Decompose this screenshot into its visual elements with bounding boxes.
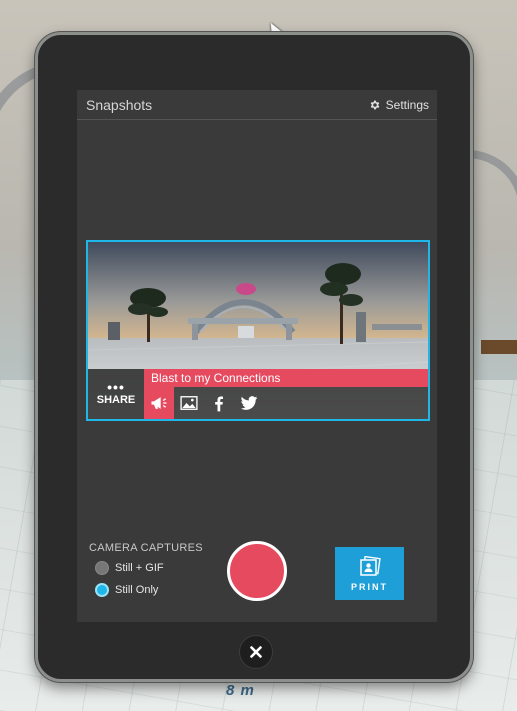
- close-button[interactable]: [239, 635, 273, 669]
- page-title: Snapshots: [86, 97, 153, 113]
- option-label: Still Only: [115, 584, 159, 596]
- option-still-only[interactable]: Still Only: [95, 583, 158, 597]
- announce-icon: [151, 397, 167, 409]
- snapshot-preview[interactable]: ••• SHARE Blast to my Connections: [86, 240, 430, 421]
- tablet-frame: Snapshots Settings ••• SHARE Blast to my…: [35, 32, 473, 682]
- print-photo-icon: [359, 555, 381, 576]
- panel-header: Snapshots Settings: [77, 90, 437, 120]
- radio-still-gif[interactable]: [95, 561, 109, 575]
- snapshots-panel: Snapshots Settings ••• SHARE Blast to my…: [77, 90, 437, 622]
- floor-distance-marker: 8 m: [226, 682, 255, 699]
- share-button[interactable]: ••• SHARE: [88, 369, 144, 419]
- share-image-button[interactable]: [174, 387, 204, 419]
- print-label: PRINT: [351, 581, 388, 592]
- share-announce-button[interactable]: [144, 387, 174, 419]
- background-structure-right: [467, 150, 517, 290]
- more-dots-icon: •••: [107, 378, 125, 395]
- radio-still-only[interactable]: [95, 583, 109, 597]
- print-button[interactable]: PRINT: [335, 547, 404, 600]
- share-twitter-button[interactable]: [234, 387, 264, 419]
- gear-icon: [370, 100, 379, 110]
- share-facebook-button[interactable]: [204, 387, 234, 419]
- image-icon: [180, 396, 198, 410]
- capture-button[interactable]: [227, 541, 287, 601]
- settings-button[interactable]: Settings: [369, 97, 429, 113]
- camera-captures-title: CAMERA CAPTURES: [89, 542, 203, 554]
- share-label: SHARE: [96, 393, 136, 406]
- option-still-gif[interactable]: Still + GIF: [95, 561, 164, 575]
- blast-connections-banner[interactable]: Blast to my Connections: [144, 369, 428, 387]
- twitter-icon: [240, 396, 258, 410]
- background-bench: [481, 340, 517, 354]
- facebook-icon: [215, 396, 223, 412]
- share-target-bar: [144, 387, 428, 419]
- settings-label: Settings: [385, 98, 429, 112]
- close-icon: [250, 646, 262, 658]
- option-label: Still + GIF: [115, 562, 164, 574]
